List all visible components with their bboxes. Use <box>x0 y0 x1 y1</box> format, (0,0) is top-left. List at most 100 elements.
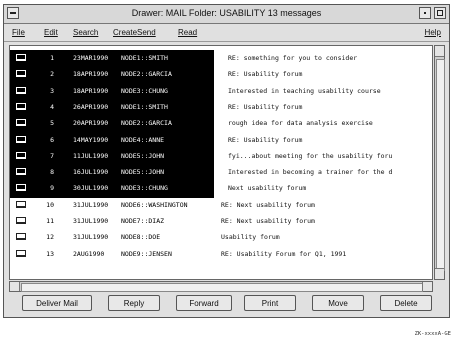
message-number: 5 <box>50 119 54 128</box>
message-subject: Next usability forum <box>228 184 307 193</box>
message-date: 16JUL1990 <box>73 168 109 177</box>
message-row[interactable]: 2 18APR1990 NODE2::GARCIA RE: Usability for… <box>10 67 432 83</box>
message-number: 6 <box>50 135 54 144</box>
message-date: 14MAY1990 <box>73 135 109 144</box>
message-row[interactable]: 9 30JUL1990 NODE3::CHUNG Next usability for… <box>10 181 432 197</box>
menu-edit[interactable]: Edit <box>44 28 58 37</box>
message-subject: Interested in teaching usability course <box>228 86 381 95</box>
reply-button[interactable]: Reply <box>108 295 160 311</box>
forward-button[interactable]: Forward <box>176 295 232 311</box>
envelope-icon <box>16 135 26 143</box>
message-sender: NODE8::DOE <box>121 233 161 242</box>
message-date: 18APR1990 <box>73 86 109 95</box>
envelope-icon <box>16 119 26 127</box>
message-date: 31JUL1990 <box>73 233 109 242</box>
envelope-icon <box>16 86 26 94</box>
envelope-icon <box>16 102 26 110</box>
menu-bar: File Edit Search CreateSend Read Help <box>4 24 449 42</box>
message-row[interactable]: 8 16JUL1990 NODE5::JOHN Interested in becom… <box>10 165 432 181</box>
message-list[interactable]: 1 23MAR1990 NODE1::SMITH RE: something for … <box>9 45 433 280</box>
message-number: 9 <box>50 184 54 193</box>
deliver-mail-button[interactable]: Deliver Mail <box>22 295 92 311</box>
message-sender: NODE5::JOHN <box>121 151 165 160</box>
message-subject: RE: Usability forum <box>228 102 303 111</box>
message-number: 11 <box>46 217 54 225</box>
message-row[interactable]: 4 26APR1990 NODE1::SMITH RE: Usability foru… <box>10 100 432 116</box>
maximize-icon[interactable] <box>434 7 446 19</box>
message-row[interactable]: 12 31JUL1990 NODE8::DOE Usability forum <box>10 230 432 246</box>
message-date: 31JUL1990 <box>73 200 109 209</box>
message-number: 3 <box>50 86 54 95</box>
envelope-icon <box>16 217 26 224</box>
message-number: 10 <box>46 200 54 209</box>
title-bar[interactable]: Drawer: MAIL Folder: USABILITY 13 messag… <box>4 5 449 24</box>
menu-file[interactable]: File <box>12 28 25 37</box>
message-number: 2 <box>50 70 54 79</box>
message-sender: NODE2::GARCIA <box>121 70 172 79</box>
envelope-icon <box>16 54 26 61</box>
menu-createsend[interactable]: CreateSend <box>113 28 156 37</box>
message-number: 4 <box>50 102 54 111</box>
message-subject: fyi...about meeting for the usability fo… <box>228 151 393 160</box>
vertical-scroll-thumb[interactable] <box>436 59 445 271</box>
envelope-icon <box>16 184 26 192</box>
horizontal-scrollbar[interactable] <box>9 281 433 292</box>
delete-button[interactable]: Delete <box>380 295 432 311</box>
message-row[interactable]: 10 31JUL1990 NODE6::WASHINGTON RE: Next usa… <box>10 198 432 214</box>
minimize-icon[interactable] <box>419 7 431 19</box>
message-sender: NODE2::GARCIA <box>121 119 172 128</box>
message-row[interactable]: 5 20APR1990 NODE2::GARCIA rough idea for da… <box>10 116 432 132</box>
message-number: 8 <box>50 168 54 177</box>
message-row[interactable]: 3 18APR1990 NODE3::CHUNG Interested in teac… <box>10 84 432 100</box>
move-button[interactable]: Move <box>312 295 364 311</box>
message-row[interactable]: 11 31JUL1990 NODE7::DIAZ RE: Next usability… <box>10 214 432 230</box>
message-subject: RE: Next usability forum <box>221 200 315 209</box>
message-sender: NODE5::JOHN <box>121 168 165 177</box>
mail-window: Drawer: MAIL Folder: USABILITY 13 messag… <box>3 4 450 318</box>
message-sender: NODE1::SMITH <box>121 102 168 111</box>
envelope-icon <box>16 249 26 257</box>
message-number: 1 <box>50 54 54 62</box>
message-date: 30JUL1990 <box>73 184 109 193</box>
message-row[interactable]: 7 11JUL1990 NODE5::JOHN fyi...about meeting… <box>10 149 432 165</box>
message-date: 31JUL1990 <box>73 217 109 225</box>
message-date: 20APR1990 <box>73 119 109 128</box>
message-date: 18APR1990 <box>73 70 109 79</box>
message-subject: RE: Usability forum <box>228 135 303 144</box>
message-sender: NODE3::CHUNG <box>121 184 168 193</box>
message-row[interactable]: 13 2AUG1990 NODE9::JENSEN RE: Usability For… <box>10 247 432 263</box>
message-sender: NODE7::DIAZ <box>121 217 165 225</box>
envelope-icon <box>16 168 26 176</box>
message-subject: rough idea for data analysis exercise <box>228 119 373 128</box>
scroll-down-arrow-icon[interactable] <box>435 268 444 279</box>
message-sender: NODE4::ANNE <box>121 135 165 144</box>
scroll-left-arrow-icon[interactable] <box>10 282 20 291</box>
message-number: 12 <box>46 233 54 242</box>
figure-id: ZK-xxxxA-GE <box>414 331 451 337</box>
menu-search[interactable]: Search <box>73 28 98 37</box>
message-sender: NODE1::SMITH <box>121 54 168 62</box>
message-date: 11JUL1990 <box>73 151 109 160</box>
message-subject: RE: Usability forum <box>228 70 303 79</box>
message-row[interactable]: 6 14MAY1990 NODE4::ANNE RE: Usability forum <box>10 133 432 149</box>
envelope-icon <box>16 233 26 241</box>
message-number: 13 <box>46 249 54 258</box>
print-button[interactable]: Print <box>244 295 296 311</box>
scroll-right-arrow-icon[interactable] <box>422 282 432 291</box>
menu-help[interactable]: Help <box>425 28 441 37</box>
envelope-icon <box>16 200 26 208</box>
action-buttons: Deliver Mail Reply Forward Print Move De… <box>4 295 449 315</box>
message-date: 26APR1990 <box>73 102 109 111</box>
message-row[interactable]: 1 23MAR1990 NODE1::SMITH RE: something for … <box>10 51 432 67</box>
message-subject: Interested in becoming a trainer for the… <box>228 168 393 177</box>
message-number: 7 <box>50 151 54 160</box>
horizontal-scroll-thumb[interactable] <box>21 283 423 292</box>
message-subject: RE: Usability Forum for Q1, 1991 <box>221 249 347 258</box>
message-subject: RE: something for you to consider <box>228 54 358 62</box>
menu-read[interactable]: Read <box>178 28 197 37</box>
message-sender: NODE9::JENSEN <box>121 249 172 258</box>
vertical-scrollbar[interactable] <box>434 45 445 280</box>
message-date: 2AUG1990 <box>73 249 105 258</box>
scroll-up-arrow-icon[interactable] <box>435 46 444 57</box>
message-subject: RE: Next usability forum <box>221 217 315 225</box>
